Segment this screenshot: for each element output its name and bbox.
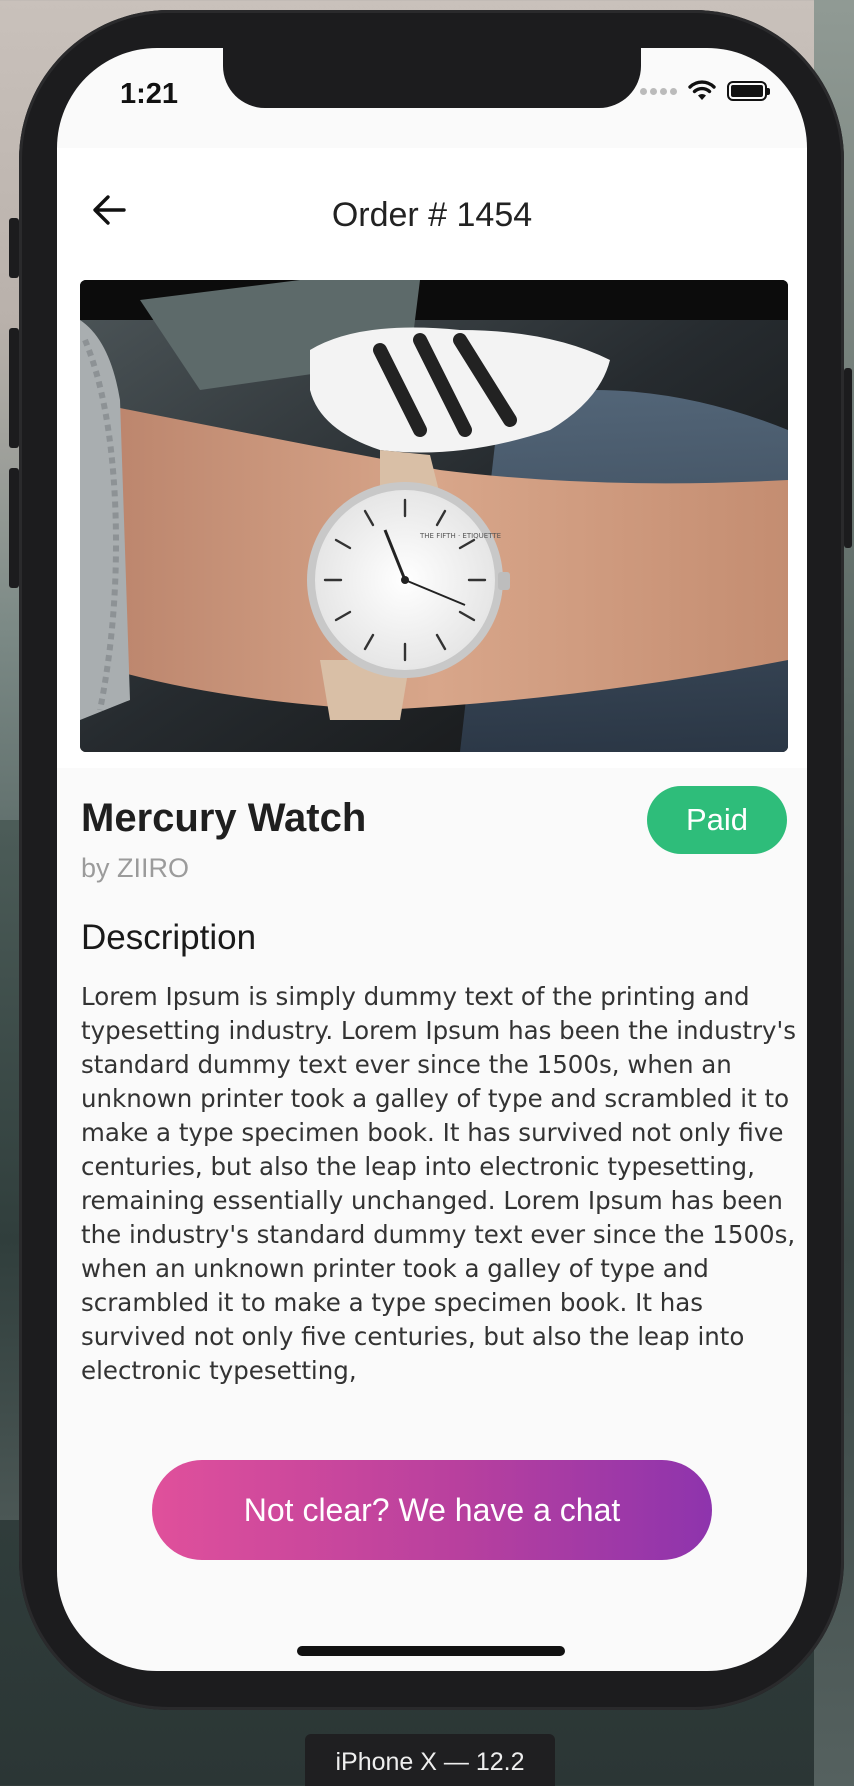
watch-photo-illustration: THE FIFTH · ETIQUETTE (80, 280, 788, 752)
power-button (844, 368, 852, 548)
chat-button[interactable]: Not clear? We have a chat (152, 1460, 712, 1560)
notch (223, 48, 641, 108)
home-indicator[interactable] (297, 1646, 565, 1656)
phone-screen: 1:21 Order # 1454 THE FIFTH · ETIQUETTE … (57, 48, 807, 1671)
product-details: Mercury Watch by ZIIRO Paid Description … (81, 786, 796, 1388)
volume-up-button (9, 328, 19, 448)
product-image: THE FIFTH · ETIQUETTE (80, 280, 788, 752)
page-title: Order # 1454 (331, 196, 533, 234)
description-text: Lorem Ipsum is simply dummy text of the … (81, 982, 797, 1385)
signal-icon (640, 87, 677, 95)
status-time: 1:21 (120, 78, 179, 110)
description-heading: Description (81, 918, 257, 957)
product-brand: by ZIIRO (81, 853, 190, 883)
volume-down-button (9, 468, 19, 588)
watch-brand-text: THE FIFTH · ETIQUETTE (419, 532, 501, 540)
mute-switch (9, 218, 19, 278)
simulator-device-label: iPhone X — 12.2 (305, 1734, 555, 1786)
app-header: Order # 1454 (57, 148, 807, 268)
status-icons (640, 80, 770, 102)
status-badge: Paid (647, 786, 787, 854)
wifi-icon (688, 80, 716, 100)
hero-container: THE FIFTH · ETIQUETTE (57, 268, 807, 768)
battery-icon (727, 81, 770, 101)
